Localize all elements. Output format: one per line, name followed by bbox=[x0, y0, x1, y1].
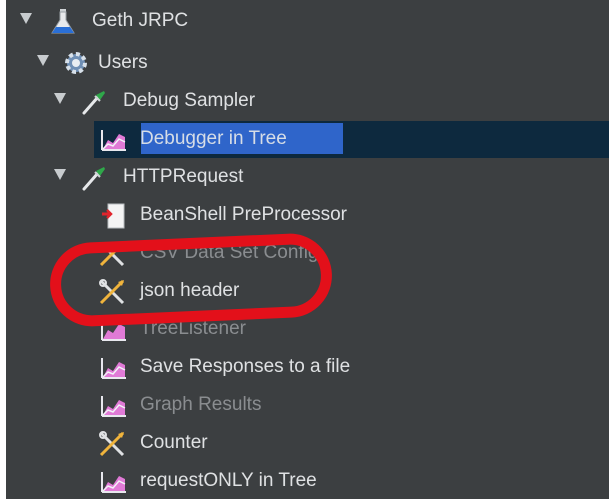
listener-chart-icon bbox=[100, 392, 126, 418]
preprocessor-icon bbox=[100, 202, 126, 229]
config-scissors-icon bbox=[98, 240, 125, 267]
tree-item-label: Counter bbox=[140, 432, 208, 453]
listener-chart-icon bbox=[100, 316, 126, 342]
tree-item-graph-results[interactable]: Graph Results bbox=[6, 386, 609, 423]
expand-arrow-icon[interactable] bbox=[37, 55, 49, 66]
tree-item-label: requestONLY in Tree bbox=[140, 470, 317, 491]
tree-item-geth-jrpc[interactable]: Geth JRPC bbox=[6, 2, 609, 39]
tree-item-label: Geth JRPC bbox=[92, 10, 189, 31]
tree-item-label: json header bbox=[140, 280, 240, 301]
tree-item-label: Debug Sampler bbox=[123, 90, 256, 111]
test-plan-tree: Geth JRPC Users Debug Sampler Debugger i… bbox=[6, 0, 609, 499]
tree-item-label: CSV Data Set Config bbox=[140, 242, 319, 263]
expand-arrow-icon[interactable] bbox=[20, 13, 32, 24]
expand-arrow-icon[interactable] bbox=[54, 93, 66, 104]
test-plan-panel: Geth JRPC Users Debug Sampler Debugger i… bbox=[0, 0, 609, 499]
tree-item-beanshell-preprocessor[interactable]: BeanShell PreProcessor bbox=[6, 196, 609, 233]
tree-item-label: TreeListener bbox=[140, 318, 246, 339]
tree-item-label: Users bbox=[98, 52, 148, 73]
flask-icon bbox=[50, 8, 76, 34]
tree-item-label: Save Responses to a file bbox=[140, 356, 351, 377]
tree-item-label: BeanShell PreProcessor bbox=[140, 204, 347, 225]
tree-item-json-header[interactable]: json header bbox=[6, 272, 609, 309]
tree-item-treelistener[interactable]: TreeListener bbox=[6, 310, 609, 347]
tree-item-debugger-in-tree[interactable]: Debugger in Tree bbox=[6, 120, 609, 157]
tree-item-label: Debugger in Tree bbox=[140, 128, 287, 149]
tree-item-csv-data-set-config[interactable]: CSV Data Set Config bbox=[6, 234, 609, 271]
tree-item-debug-sampler[interactable]: Debug Sampler bbox=[6, 82, 609, 119]
tree-item-users[interactable]: Users bbox=[6, 44, 609, 81]
listener-chart-icon bbox=[100, 126, 126, 152]
pipette-icon bbox=[80, 88, 106, 115]
listener-chart-icon bbox=[100, 468, 126, 494]
tree-item-save-responses-to-a-file[interactable]: Save Responses to a file bbox=[6, 348, 609, 385]
pipette-icon bbox=[80, 164, 106, 191]
tree-item-requestonly-in-tree[interactable]: requestONLY in Tree bbox=[6, 462, 609, 499]
listener-chart-icon bbox=[100, 354, 126, 380]
config-scissors-icon bbox=[98, 278, 125, 305]
gear-icon bbox=[63, 50, 89, 76]
config-scissors-icon bbox=[98, 430, 125, 457]
expand-arrow-icon[interactable] bbox=[54, 169, 66, 180]
tree-item-label: HTTPRequest bbox=[123, 166, 244, 187]
tree-item-counter[interactable]: Counter bbox=[6, 424, 609, 461]
tree-item-httprequest[interactable]: HTTPRequest bbox=[6, 158, 609, 195]
tree-item-label: Graph Results bbox=[140, 394, 262, 415]
